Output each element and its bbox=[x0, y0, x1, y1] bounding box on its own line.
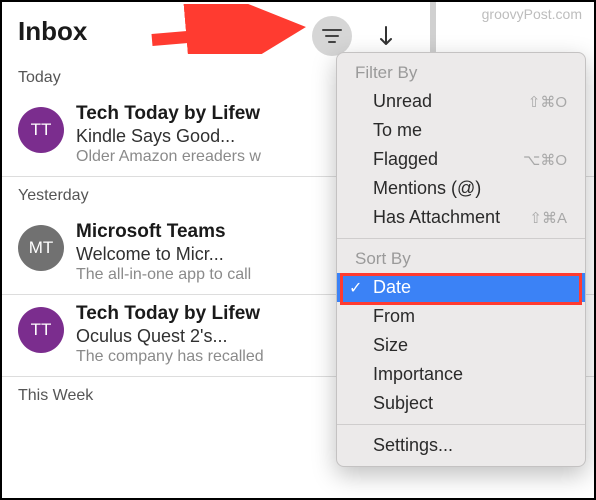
menu-label: Importance bbox=[373, 364, 463, 385]
menu-section-filter: Filter By bbox=[337, 59, 585, 87]
menu-label: To me bbox=[373, 120, 422, 141]
menu-item-importance[interactable]: Importance bbox=[337, 360, 585, 389]
menu-shortcut: ⇧⌘O bbox=[528, 93, 567, 111]
menu-divider bbox=[337, 424, 585, 425]
menu-item-date[interactable]: Date bbox=[337, 273, 585, 302]
menu-section-sort: Sort By bbox=[337, 245, 585, 273]
menu-shortcut: ⇧⌘A bbox=[529, 209, 567, 227]
annotation-arrow bbox=[142, 4, 322, 54]
menu-label: From bbox=[373, 306, 415, 327]
menu-label: Flagged bbox=[373, 149, 438, 170]
menu-divider bbox=[337, 238, 585, 239]
menu-label: Unread bbox=[373, 91, 432, 112]
avatar: TT bbox=[18, 307, 64, 353]
menu-label: Subject bbox=[373, 393, 433, 414]
filter-icon bbox=[322, 28, 342, 44]
menu-item-subject[interactable]: Subject bbox=[337, 389, 585, 418]
menu-item-size[interactable]: Size bbox=[337, 331, 585, 360]
menu-label: Mentions (@) bbox=[373, 178, 481, 199]
filter-sort-menu: Filter By Unread ⇧⌘O To me Flagged ⌥⌘O M… bbox=[336, 52, 586, 467]
pane-divider bbox=[430, 2, 436, 52]
menu-item-attachment[interactable]: Has Attachment ⇧⌘A bbox=[337, 203, 585, 232]
menu-item-from[interactable]: From bbox=[337, 302, 585, 331]
menu-label: Size bbox=[373, 335, 408, 356]
menu-label: Settings... bbox=[373, 435, 453, 456]
page-title: Inbox bbox=[18, 16, 87, 47]
menu-label: Date bbox=[373, 277, 411, 298]
menu-item-flagged[interactable]: Flagged ⌥⌘O bbox=[337, 145, 585, 174]
menu-item-settings[interactable]: Settings... bbox=[337, 431, 585, 460]
watermark: groovyPost.com bbox=[482, 6, 582, 22]
menu-item-unread[interactable]: Unread ⇧⌘O bbox=[337, 87, 585, 116]
avatar: MT bbox=[18, 225, 64, 271]
menu-item-mentions[interactable]: Mentions (@) bbox=[337, 174, 585, 203]
menu-shortcut: ⌥⌘O bbox=[523, 151, 567, 169]
arrow-down-icon bbox=[378, 25, 394, 47]
avatar: TT bbox=[18, 107, 64, 153]
sort-direction-button[interactable] bbox=[366, 16, 406, 56]
menu-label: Has Attachment bbox=[373, 207, 500, 228]
menu-item-tome[interactable]: To me bbox=[337, 116, 585, 145]
